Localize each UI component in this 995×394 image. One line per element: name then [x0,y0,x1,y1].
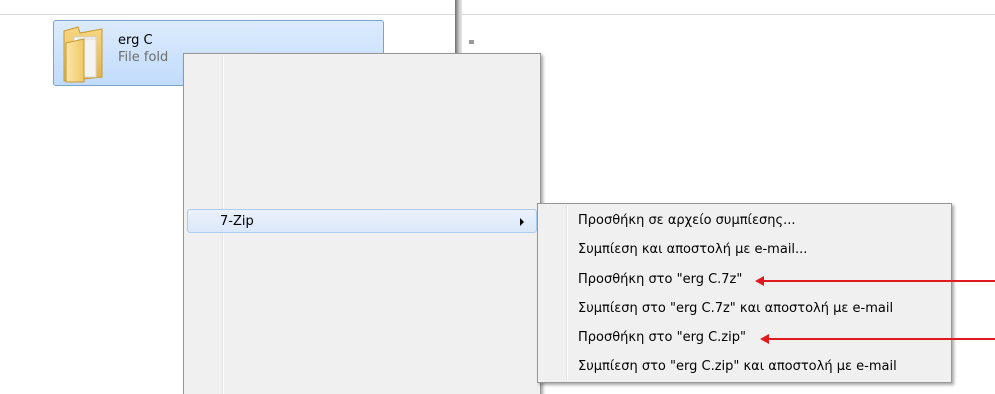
submenu-gutter [566,206,568,380]
submenu-item-add-to-7z[interactable]: Προσθήκη στο "erg C.7z" [578,269,742,291]
submenu-item-add-to-zip[interactable]: Προσθήκη στο "erg C.zip" [578,327,746,349]
menu-item-7zip[interactable]: 7-Zip [187,209,537,233]
folder-type: File fold [118,50,169,65]
top-divider [0,14,995,15]
folder-icon [63,26,103,83]
screen: erg C File fold 7-Zip Προσθήκη σε αρχείο… [0,0,995,394]
splitter-grip [469,40,474,44]
chevron-right-icon [520,218,524,226]
menu-item-label: 7-Zip [220,214,254,229]
7zip-submenu: Προσθήκη σε αρχείο συμπίεσης... Συμπίεση… [537,203,952,383]
submenu-item-add-to-archive[interactable]: Προσθήκη σε αρχείο συμπίεσης... [578,210,795,232]
submenu-item-compress-email[interactable]: Συμπίεση και αποστολή με e-mail... [578,239,807,261]
annotation-arrow-7z [755,276,995,286]
context-menu: 7-Zip [183,53,541,394]
annotation-arrow-zip [760,334,995,344]
submenu-item-compress-zip-email[interactable]: Συμπίεση στο "erg C.zip" και αποστολή με… [578,356,897,378]
folder-name: erg C [118,33,153,48]
submenu-item-compress-7z-email[interactable]: Συμπίεση στο "erg C.7z" και αποστολή με … [578,298,893,320]
